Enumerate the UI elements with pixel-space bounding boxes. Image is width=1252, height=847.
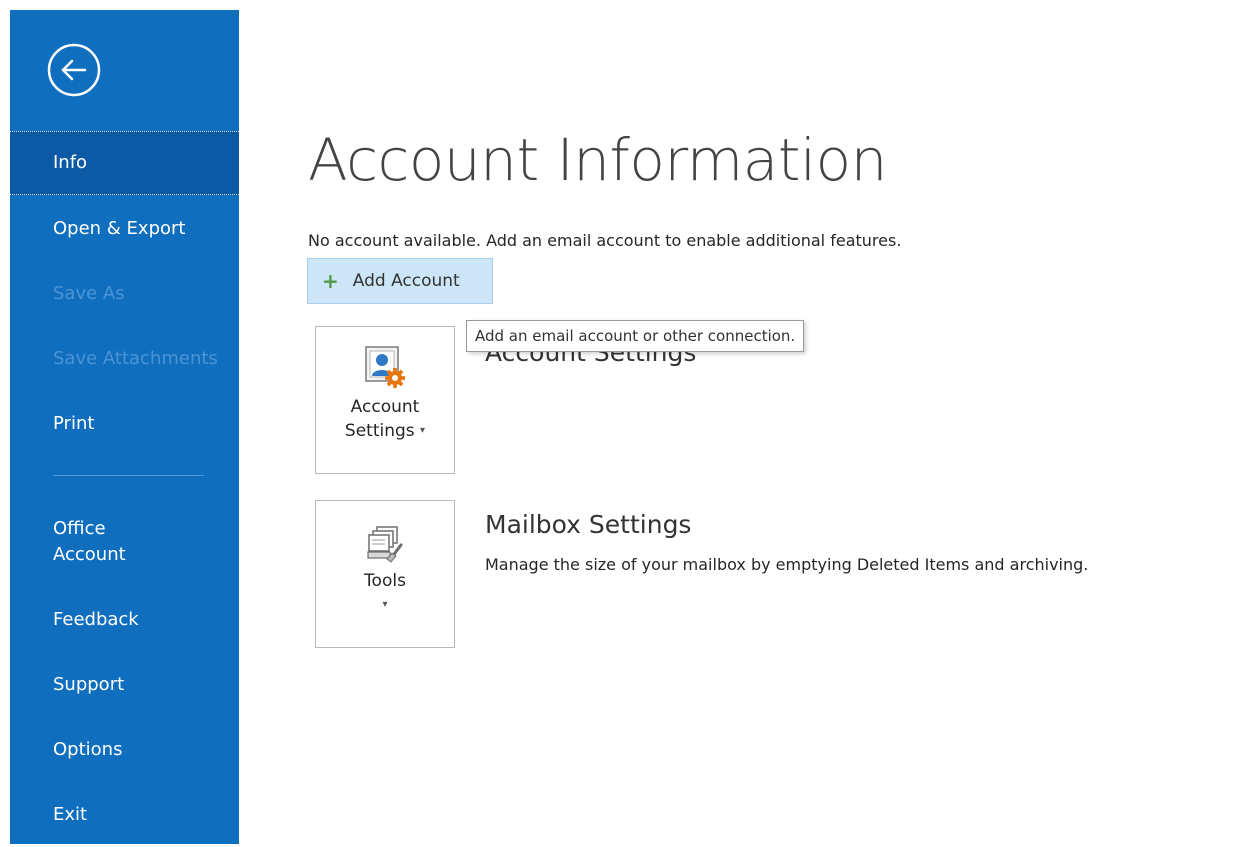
sidebar-item-support[interactable]: Support [10,653,239,717]
sidebar-item-label: Save As [53,283,125,304]
sidebar-item-options[interactable]: Options [10,718,239,782]
page-title: Account Information [308,126,887,194]
sidebar-item-exit[interactable]: Exit [10,783,239,847]
add-account-button[interactable]: + Add Account [307,258,493,304]
outlook-backstage-window: Info Open & Export Save As Save Attachme… [0,0,1252,844]
sidebar-item-open-export[interactable]: Open & Export [10,197,239,261]
no-account-notice: No account available. Add an email accou… [308,231,902,250]
sidebar-item-feedback[interactable]: Feedback [10,588,239,652]
mailbox-settings-description: Manage the size of your mailbox by empty… [485,555,1089,574]
sidebar-item-label: Save Attachments [53,348,218,369]
backstage-sidebar: Info Open & Export Save As Save Attachme… [10,10,239,844]
back-arrow-circle-icon [47,43,101,97]
mailbox-settings-heading: Mailbox Settings [485,510,692,539]
sidebar-divider [53,475,204,476]
plus-icon: + [322,269,339,293]
tools-button[interactable]: Tools ▾ [315,500,455,648]
add-account-tooltip: Add an email account or other connection… [466,320,805,352]
sidebar-item-label: Feedback [53,609,139,630]
sidebar-item-label: Options [53,739,123,760]
sidebar-item-label: Office Account [53,518,126,565]
back-button[interactable] [46,42,102,98]
tools-tile-label: Tools ▾ [364,571,406,610]
sidebar-item-label: Support [53,674,125,695]
account-settings-button[interactable]: Account Settings ▾ [315,326,455,474]
chevron-down-icon: ▾ [420,425,426,436]
sidebar-item-label: Info [53,152,88,173]
sidebar-item-info[interactable]: Info [10,131,239,195]
sidebar-item-office-account[interactable]: Office Account [10,510,190,574]
account-settings-tile-label: Account Settings ▾ [344,397,426,441]
add-account-label: Add Account [352,271,460,291]
chevron-down-icon: ▾ [382,599,388,610]
account-info-pane: Account Information No account available… [239,10,1252,844]
sidebar-item-save-attachments: Save Attachments [10,327,239,391]
sidebar-item-label: Print [53,413,95,434]
account-settings-icon [365,346,405,388]
sidebar-item-label: Open & Export [53,218,186,239]
sidebar-item-save-as: Save As [10,262,239,326]
sidebar-item-label: Exit [53,804,88,825]
mailbox-cleanup-icon [367,526,403,563]
sidebar-item-print[interactable]: Print [10,392,239,456]
